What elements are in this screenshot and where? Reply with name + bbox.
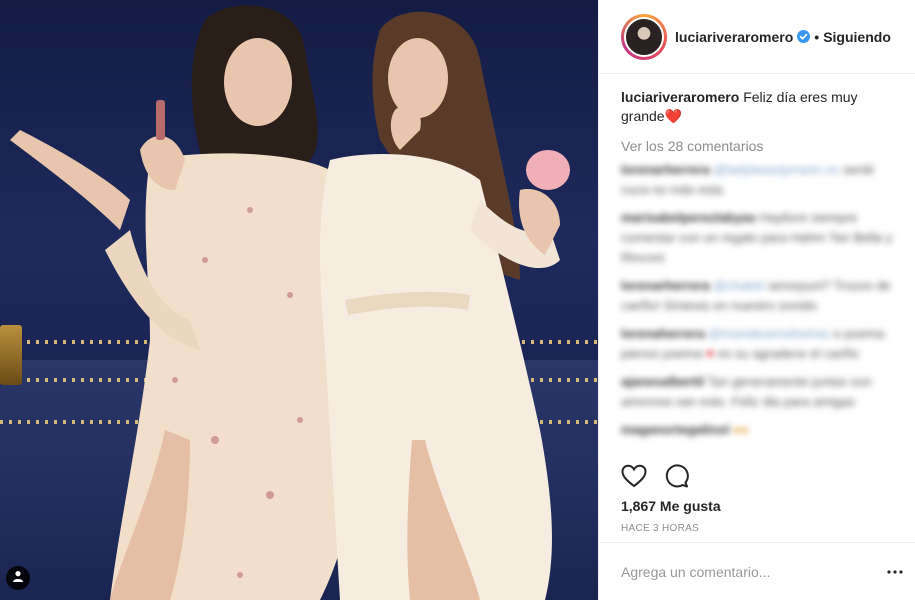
comment-mention[interactable]: @ladybeautymarin es bbox=[714, 162, 840, 177]
comment-item: maganortegalinol ●● bbox=[621, 420, 899, 440]
instagram-post: luciariveraromero • Siguiendo luciariver… bbox=[0, 0, 915, 600]
comment-item: ajanesalbertil Tan generamente juntas so… bbox=[621, 372, 899, 412]
heart-icon[interactable] bbox=[621, 464, 647, 488]
avatar-story-ring[interactable] bbox=[621, 13, 667, 60]
comment-item: lorenarherrera @chabel amorpuni? Trozos … bbox=[621, 276, 899, 316]
comment-text: es su agradece el cariño bbox=[717, 346, 860, 361]
caption-username[interactable]: luciariveraromero bbox=[621, 89, 739, 105]
likes-count[interactable]: 1,867 Me gusta bbox=[621, 498, 721, 514]
comment-text: Hayliore siempre bbox=[759, 210, 858, 225]
comment-user[interactable]: lorenarherrera bbox=[621, 162, 710, 177]
action-bar bbox=[621, 464, 689, 488]
comment-text: Tan generamente juntas son bbox=[707, 374, 872, 389]
comment-user[interactable]: maganortegalinol bbox=[621, 422, 729, 437]
comment-heart-emoji: ♥ bbox=[706, 346, 715, 361]
post-side-panel: luciariveraromero • Siguiendo luciariver… bbox=[598, 0, 915, 600]
view-all-comments-link[interactable]: Ver los 28 comentarios bbox=[621, 138, 899, 154]
comment-item: lorenaherrera @mariabuensilveiras o poem… bbox=[621, 324, 899, 364]
post-photo[interactable] bbox=[0, 0, 598, 600]
comment-text: comentar con un regalo para Hahm Tan Bel… bbox=[621, 230, 893, 265]
comment-user[interactable]: marisabelperezlabyas bbox=[621, 210, 756, 225]
photo-figure-right bbox=[320, 11, 570, 600]
header-separator: • bbox=[814, 28, 820, 45]
comment-mention[interactable]: @chabel bbox=[714, 278, 766, 293]
comment-emoji: ●● bbox=[732, 422, 749, 437]
comments-section: luciariveraromero Feliz día eres muy gra… bbox=[599, 74, 915, 462]
post-header: luciariveraromero • Siguiendo bbox=[599, 0, 915, 74]
comment-text: amorosa van esto. Feliz dia para amigas bbox=[621, 394, 856, 409]
user-tag-button[interactable] bbox=[6, 566, 30, 590]
comment-item: lorenarherrera @ladybeautymarin es senti… bbox=[621, 160, 899, 200]
header-username[interactable]: luciariveraromero bbox=[675, 29, 793, 45]
comment-user[interactable]: lorenarherrera bbox=[621, 278, 710, 293]
header-user-row: luciariveraromero • Siguiendo bbox=[675, 29, 891, 45]
comment-user[interactable]: lorenaherrera bbox=[621, 326, 705, 341]
avatar bbox=[624, 16, 664, 57]
verified-badge-icon bbox=[797, 30, 811, 43]
comment-user[interactable]: ajanesalbertil bbox=[621, 374, 704, 389]
comment-icon[interactable] bbox=[665, 464, 689, 488]
comment-mention[interactable]: @mariabuensilveiras bbox=[708, 326, 830, 341]
user-tag-icon bbox=[12, 569, 24, 587]
follow-status-button[interactable]: Siguiendo bbox=[823, 29, 891, 45]
blurred-comments-list: lorenarherrera @ladybeautymarin es senti… bbox=[621, 160, 899, 440]
post-timestamp: HACE 3 HORAS bbox=[621, 523, 700, 534]
add-comment-input[interactable] bbox=[621, 563, 883, 580]
caption: luciariveraromero Feliz día eres muy gra… bbox=[621, 88, 899, 126]
more-options-icon[interactable] bbox=[883, 560, 907, 584]
add-comment-row bbox=[599, 542, 915, 600]
comment-item: marisabelperezlabyas Hayliore siempre co… bbox=[621, 208, 899, 268]
